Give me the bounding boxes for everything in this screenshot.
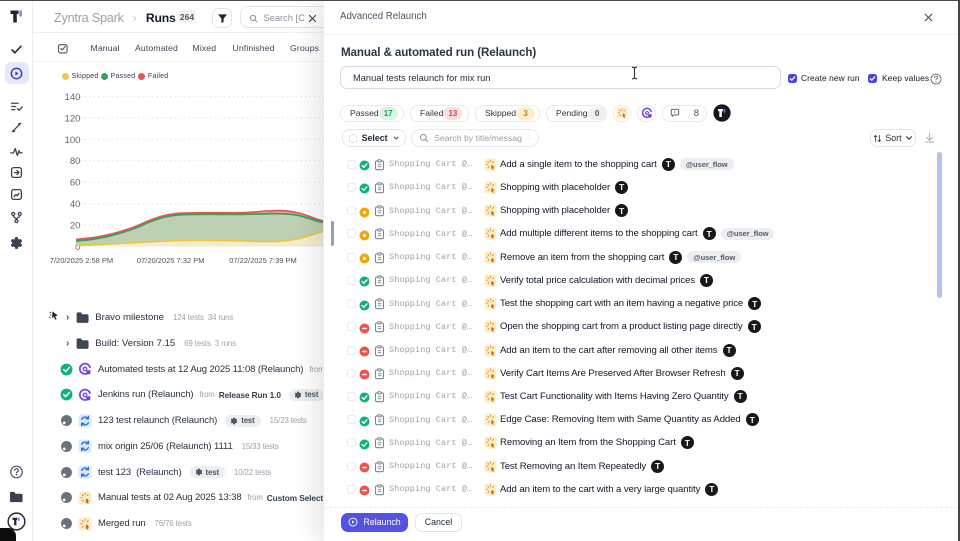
- svg-text:100: 100: [64, 135, 80, 146]
- svg-text:60: 60: [70, 178, 81, 189]
- svg-text:80: 80: [70, 156, 81, 167]
- svg-text:120: 120: [64, 113, 80, 124]
- svg-text:7/20/2025 2:58 PM: 7/20/2025 2:58 PM: [50, 256, 113, 265]
- svg-text:40: 40: [70, 199, 81, 210]
- svg-text:140: 140: [64, 92, 80, 103]
- svg-text:07/20/2025 7:32 PM: 07/20/2025 7:32 PM: [137, 256, 205, 265]
- svg-text:20: 20: [70, 220, 81, 231]
- svg-text:07/22/2025 7:39 PM: 07/22/2025 7:39 PM: [229, 256, 297, 265]
